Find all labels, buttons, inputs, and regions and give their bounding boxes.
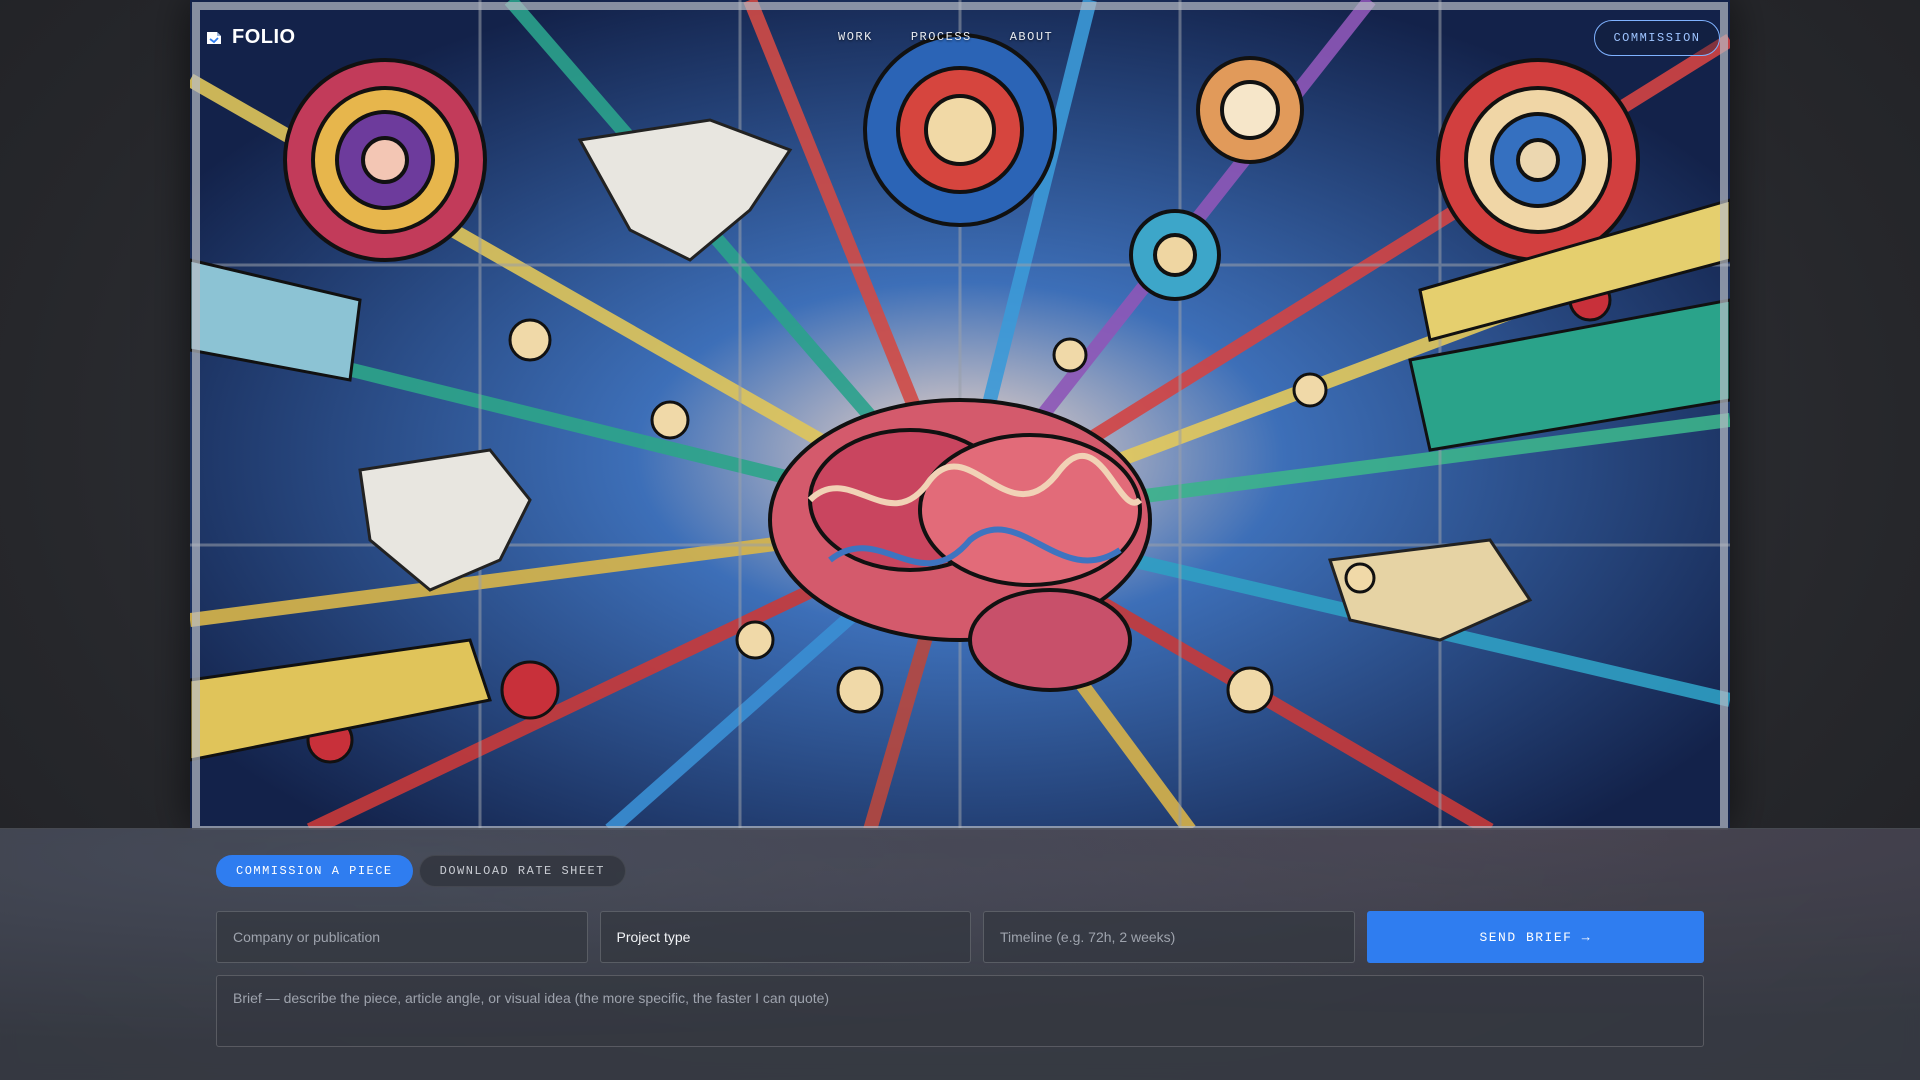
project-type-select[interactable]: Project type [599,911,971,963]
nav-link-work[interactable]: WORK [838,30,873,44]
nav-link-process[interactable]: PROCESS [911,30,972,44]
form-tabs: COMMISSION A PIECE DOWNLOAD RATE SHEET [216,855,626,887]
brief-textarea[interactable] [216,975,1704,1047]
commission-button[interactable]: COMMISSION [1594,20,1720,56]
main-nav: WORK PROCESS ABOUT [838,30,1091,44]
site-header: FOLIO WORK PROCESS ABOUT COMMISSION [0,0,1920,78]
brand[interactable]: FOLIO [206,26,296,49]
commission-form-panel: COMMISSION A PIECE DOWNLOAD RATE SHEET P… [0,828,1920,1080]
hero-artwork [190,0,1730,830]
tab-commission-a-piece[interactable]: COMMISSION A PIECE [216,855,413,887]
folded-page-icon [206,30,222,46]
stained-glass-illustration [190,0,1730,830]
nav-link-about[interactable]: ABOUT [1010,30,1054,44]
timeline-input[interactable] [983,911,1355,963]
send-brief-button[interactable]: SEND BRIEF → [1366,911,1704,963]
tab-download-rate-sheet[interactable]: DOWNLOAD RATE SHEET [418,855,626,887]
company-input[interactable] [216,911,588,963]
project-type-value: Project type [616,929,691,945]
send-brief-label: SEND BRIEF → [1479,929,1592,945]
form-row: Project type SEND BRIEF → [216,911,1704,963]
brand-name: FOLIO [232,26,296,48]
